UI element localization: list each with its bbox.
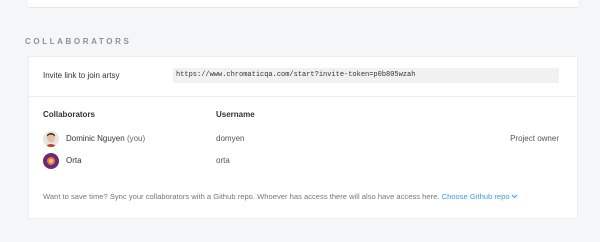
chevron-down-icon: [511, 192, 518, 201]
avatar: [43, 153, 59, 169]
invite-row: Invite link to join artsy: [29, 57, 577, 97]
previous-section-card: [28, 0, 578, 8]
invite-link-field[interactable]: [173, 68, 559, 83]
you-suffix: (you): [126, 134, 146, 143]
collaborator-username: orta: [216, 156, 230, 165]
collaborator-role: Project owner: [510, 134, 559, 143]
collaborator-name: Orta: [66, 156, 82, 165]
collaborator-row: Dominic Nguyen (you) domyen Project owne…: [29, 129, 577, 149]
header-username: Username: [216, 110, 255, 119]
collaborators-card: Invite link to join artsy Collaborators …: [28, 56, 578, 219]
header-collaborators: Collaborators: [43, 110, 96, 119]
avatar-orta-icon: [43, 153, 59, 169]
collaborator-name: Dominic Nguyen (you): [66, 134, 145, 143]
avatar: [43, 131, 59, 147]
collaborator-row: Orta orta: [29, 151, 577, 171]
collaborator-name-text: Dominic Nguyen: [66, 134, 125, 143]
choose-github-repo-link[interactable]: Choose Github repo: [442, 192, 518, 201]
sync-hint-text: Want to save time? Sync your collaborato…: [43, 192, 440, 201]
section-title: COLLABORATORS: [25, 37, 132, 46]
sync-hint: Want to save time? Sync your collaborato…: [43, 192, 518, 201]
choose-github-repo-label: Choose Github repo: [441, 192, 510, 201]
collaborator-username: domyen: [216, 134, 245, 143]
avatar-dominic-icon: [43, 131, 59, 147]
invite-label: Invite link to join artsy: [43, 71, 120, 80]
collaborator-name-text: Orta: [66, 156, 82, 165]
